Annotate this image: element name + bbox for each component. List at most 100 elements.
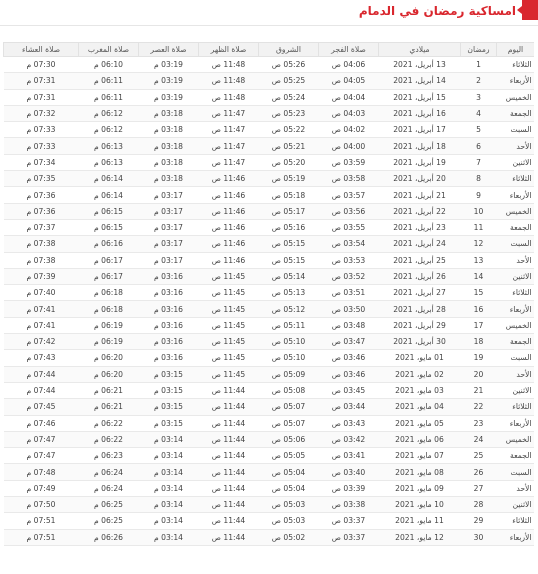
- cell-asr: 03:19 م: [138, 72, 199, 90]
- cell-fajr: 03:38 ص: [318, 496, 379, 514]
- cell-sunrise: 05:21 ص: [258, 137, 319, 155]
- cell-asr: 03:14 م: [138, 431, 199, 449]
- cell-fajr: 03:51 ص: [318, 284, 379, 302]
- cell-fajr: 03:40 ص: [318, 463, 379, 481]
- cell-dhuhr: 11:45 ص: [198, 300, 259, 318]
- prayer-times-table-container: اليوم رمضان ميلادي صلاة الفجر الشروق صلا…: [3, 42, 534, 574]
- cell-dhuhr: 11:44 ص: [198, 463, 259, 481]
- cell-dhuhr: 11:45 ص: [198, 317, 259, 335]
- column-header-sunrise: الشروق: [258, 42, 319, 57]
- cell-fajr: 04:02 ص: [318, 121, 379, 139]
- cell-sunrise: 05:15 ص: [258, 252, 319, 269]
- cell-asr: 03:16 م: [138, 300, 199, 318]
- cell-dhuhr: 11:47 ص: [198, 154, 259, 172]
- cell-dhuhr: 11:44 ص: [198, 431, 259, 449]
- cell-ramadan-day: 24: [460, 431, 497, 449]
- cell-sunrise: 05:10 ص: [258, 349, 319, 367]
- cell-gregorian-date: 18 أبريل، 2021: [378, 137, 461, 155]
- table-row: الأربعاء 23 05 مايو، 2021 03:43 ص 05:07 ص 11:…: [3, 415, 534, 432]
- table-row: الجمعة 25 07 مايو، 2021 03:41 ص 05:05 ص 11:44…: [3, 447, 534, 465]
- cell-dhuhr: 11:48 ص: [198, 72, 259, 90]
- cell-gregorian-date: 21 أبريل، 2021: [378, 186, 461, 204]
- cell-ramadan-day: 18: [460, 333, 497, 351]
- cell-asr: 03:16 م: [138, 268, 199, 286]
- cell-gregorian-date: 05 مايو، 2021: [378, 415, 461, 432]
- cell-gregorian-date: 14 أبريل، 2021: [378, 72, 461, 90]
- cell-isha: 07:38 م: [3, 235, 79, 253]
- cell-gregorian-date: 08 مايو، 2021: [378, 463, 461, 481]
- cell-isha: 07:42 م: [3, 333, 79, 351]
- cell-maghrib: 06:21 م: [78, 398, 139, 416]
- cell-maghrib: 06:26 م: [78, 529, 139, 546]
- cell-maghrib: 06:14 م: [78, 186, 139, 204]
- cell-maghrib: 06:20 م: [78, 366, 139, 383]
- cell-sunrise: 05:14 ص: [258, 268, 319, 286]
- cell-dhuhr: 11:44 ص: [198, 382, 259, 400]
- cell-sunrise: 05:16 ص: [258, 219, 319, 237]
- cell-maghrib: 06:10 م: [78, 56, 139, 74]
- cell-maghrib: 06:24 م: [78, 480, 139, 498]
- cell-asr: 03:18 م: [138, 154, 199, 172]
- cell-sunrise: 05:25 ص: [258, 72, 319, 90]
- table-row: الاثنين 7 19 أبريل، 2021 03:59 ص 05:20 ص 11:4…: [3, 154, 534, 172]
- cell-isha: 07:50 م: [3, 496, 79, 514]
- cell-day: السبت: [496, 235, 534, 253]
- cell-asr: 03:17 م: [138, 186, 199, 204]
- cell-day: الأربعاء: [496, 186, 534, 204]
- cell-gregorian-date: 06 مايو، 2021: [378, 431, 461, 449]
- cell-fajr: 03:46 ص: [318, 349, 379, 367]
- cell-maghrib: 06:18 م: [78, 300, 139, 318]
- cell-gregorian-date: 26 أبريل، 2021: [378, 268, 461, 286]
- cell-day: الثلاثاء: [496, 398, 534, 416]
- cell-maghrib: 06:15 م: [78, 219, 139, 237]
- cell-dhuhr: 11:45 ص: [198, 333, 259, 351]
- cell-sunrise: 05:09 ص: [258, 366, 319, 383]
- page-header: امساكية رمضان في الدمام: [0, 0, 538, 26]
- cell-asr: 03:18 م: [138, 121, 199, 139]
- cell-sunrise: 05:06 ص: [258, 431, 319, 449]
- column-header-day: اليوم: [496, 42, 534, 57]
- cell-ramadan-day: 10: [460, 203, 497, 220]
- table-row: الأحد 13 25 أبريل، 2021 03:53 ص 05:15 ص 11:46…: [3, 252, 534, 269]
- table-row: الثلاثاء 15 27 أبريل، 2021 03:51 ص 05:13 ص 11…: [3, 284, 534, 302]
- cell-day: الخميس: [496, 203, 534, 220]
- cell-asr: 03:16 م: [138, 333, 199, 351]
- cell-asr: 03:18 م: [138, 170, 199, 188]
- table-row: الاثنين 14 26 أبريل، 2021 03:52 ص 05:14 ص 11:…: [3, 268, 534, 286]
- cell-isha: 07:30 م: [3, 56, 79, 74]
- cell-day: الخميس: [496, 431, 534, 449]
- cell-ramadan-day: 13: [460, 252, 497, 269]
- cell-isha: 07:34 م: [3, 154, 79, 172]
- cell-day: الجمعة: [496, 219, 534, 237]
- cell-isha: 07:31 م: [3, 72, 79, 90]
- cell-fajr: 03:39 ص: [318, 480, 379, 498]
- table-row: السبت 12 24 أبريل، 2021 03:54 ص 05:15 ص 11:46…: [3, 235, 534, 253]
- cell-gregorian-date: 27 أبريل، 2021: [378, 284, 461, 302]
- cell-asr: 03:14 م: [138, 480, 199, 498]
- cell-ramadan-day: 21: [460, 382, 497, 400]
- table-row: الأربعاء 2 14 أبريل، 2021 04:05 ص 05:25 ص 11:…: [3, 72, 534, 90]
- cell-sunrise: 05:05 ص: [258, 447, 319, 465]
- cell-ramadan-day: 20: [460, 366, 497, 383]
- cell-day: الجمعة: [496, 333, 534, 351]
- cell-asr: 03:14 م: [138, 447, 199, 465]
- column-header-asr: صلاة العصر: [138, 42, 199, 57]
- cell-dhuhr: 11:47 ص: [198, 105, 259, 123]
- cell-day: الاثنين: [496, 268, 534, 286]
- cell-fajr: 03:37 ص: [318, 512, 379, 530]
- cell-maghrib: 06:21 م: [78, 382, 139, 400]
- cell-isha: 07:36 م: [3, 203, 79, 220]
- cell-maghrib: 06:12 م: [78, 121, 139, 139]
- cell-sunrise: 05:07 ص: [258, 398, 319, 416]
- table-row: السبت 19 01 مايو، 2021 03:46 ص 05:10 ص 11:45 …: [3, 349, 534, 367]
- cell-day: الأحد: [496, 480, 534, 498]
- cell-isha: 07:41 م: [3, 317, 79, 335]
- title-marker-icon: [517, 0, 538, 20]
- cell-maghrib: 06:20 م: [78, 349, 139, 367]
- cell-day: الأحد: [496, 366, 534, 383]
- table-header-row: اليوم رمضان ميلادي صلاة الفجر الشروق صلا…: [3, 42, 534, 57]
- cell-dhuhr: 11:44 ص: [198, 512, 259, 530]
- cell-dhuhr: 11:48 ص: [198, 89, 259, 106]
- cell-asr: 03:18 م: [138, 105, 199, 123]
- cell-gregorian-date: 03 مايو، 2021: [378, 382, 461, 400]
